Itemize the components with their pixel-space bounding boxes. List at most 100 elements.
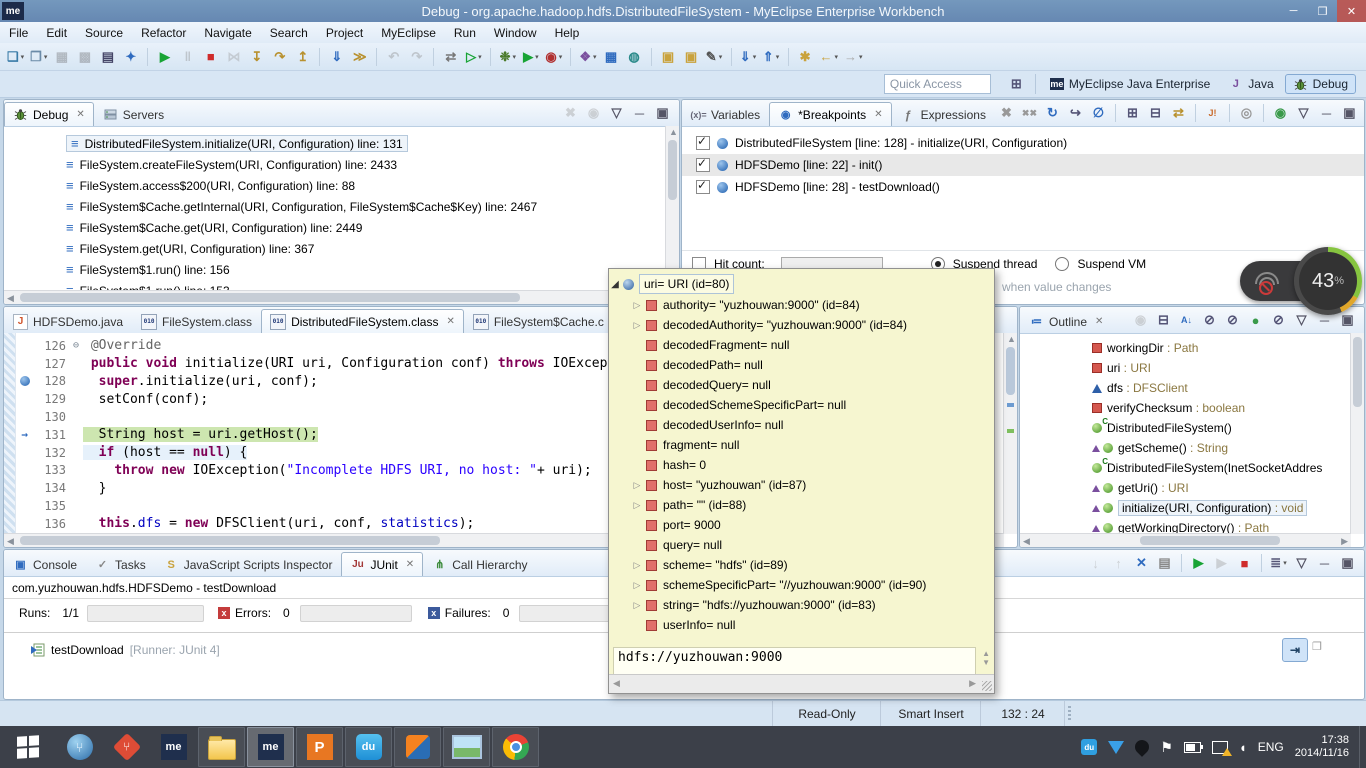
link-with-debug-button[interactable]: ⇄	[1170, 104, 1187, 122]
menu-edit[interactable]: Edit	[37, 24, 76, 42]
close-icon[interactable]: ✕	[76, 109, 84, 120]
battery-gauge[interactable]: 43%	[1294, 247, 1362, 315]
tab-filesystem-cache-c[interactable]: 010FileSystem$Cache.c	[464, 309, 613, 333]
tab-debug[interactable]: Debug✕	[4, 102, 94, 126]
scroll-lock-button[interactable]: ▤	[1156, 554, 1173, 572]
java-perspective-button[interactable]: JJava	[1221, 75, 1280, 93]
tab-hdfsdemo-java[interactable]: JHDFSDemo.java	[4, 309, 132, 333]
open-perspective-button[interactable]: ⊞	[1008, 75, 1025, 93]
web-browser-button[interactable]: ◍	[626, 48, 643, 66]
breakpoint-item[interactable]: DistributedFileSystem [line: 128] - init…	[682, 132, 1364, 154]
baidu-tray-icon[interactable]: du	[1081, 739, 1097, 755]
outline-item[interactable]: dfs : DFSClient	[1020, 378, 1364, 398]
hide-fields-button[interactable]: ⊘	[1201, 311, 1218, 329]
stack-frame[interactable]: ≡FileSystem$1.run() line: 156	[4, 259, 679, 280]
stack-frame[interactable]: ≡FileSystem.createFileSystem(URI, Config…	[4, 154, 679, 175]
expand-icon[interactable]: ▷	[631, 580, 643, 591]
use-step-filters-button[interactable]: ≫	[351, 48, 368, 66]
stop-test-button[interactable]: ■	[1236, 554, 1253, 572]
pin-view-button[interactable]: ⇥	[1282, 638, 1308, 662]
stack-frame[interactable]: ≡FileSystem$Cache.get(URI, Configuration…	[4, 217, 679, 238]
step-return-button[interactable]: ↥	[294, 48, 311, 66]
tab-outline[interactable]: ≔Outline✕	[1020, 309, 1112, 333]
popup-root-row[interactable]: ◢ uri= URI (id=80)	[609, 273, 994, 295]
view-menu-button[interactable]: ▽	[1295, 104, 1312, 122]
variable-row[interactable]: port= 9000	[609, 515, 994, 535]
tab-tasks[interactable]: ✓Tasks	[86, 552, 155, 576]
breakpoint-item[interactable]: HDFSDemo [line: 28] - testDownload()	[682, 176, 1364, 198]
expand-icon[interactable]: ▷	[631, 500, 643, 511]
drop-to-frame-button[interactable]: ⇓	[328, 48, 345, 66]
previous-failed-test-button[interactable]: ↑	[1110, 554, 1127, 572]
matrix-view-button[interactable]: ▦	[603, 48, 620, 66]
remove-all-breakpoints-button[interactable]: ✖✖	[1021, 104, 1038, 122]
start-button[interactable]	[0, 726, 56, 768]
menu-navigate[interactable]: Navigate	[195, 24, 260, 42]
search-flashlight-button[interactable]: ✦	[122, 48, 139, 66]
skip-all-breakpoints-button[interactable]: ∅	[1090, 104, 1107, 122]
menu-myeclipse[interactable]: MyEclipse	[372, 24, 445, 42]
taskbar-clock[interactable]: 17:382014/11/16	[1295, 734, 1349, 760]
quick-access-input[interactable]: Quick Access	[884, 74, 991, 94]
stack-frame[interactable]: ≡FileSystem.get(URI, Configuration) line…	[4, 238, 679, 259]
close-icon[interactable]: ✕	[1095, 316, 1103, 327]
taskbar-chrome-button[interactable]	[492, 727, 539, 767]
expand-icon[interactable]: ▷	[631, 320, 643, 331]
stack-frame[interactable]: ≡FileSystem$Cache.getInternal(URI, Confi…	[4, 196, 679, 217]
tab-junit[interactable]: JuJUnit✕	[341, 552, 423, 576]
menu-refactor[interactable]: Refactor	[132, 24, 195, 42]
variable-row[interactable]: ▷decodedAuthority= "yuzhouwan:9000" (id=…	[609, 315, 994, 335]
expand-all-button[interactable]: ⊞	[1124, 104, 1141, 122]
resize-grip[interactable]	[982, 681, 992, 691]
ball-filter-button[interactable]: ◉	[1272, 104, 1289, 122]
outline-list[interactable]: workingDir : Pathuri : URIdfs : DFSClien…	[1020, 334, 1364, 538]
variable-row[interactable]: ▷path= "" (id=88)	[609, 495, 994, 515]
goto-file-button[interactable]: ↪	[1067, 104, 1084, 122]
outline-vertical-scrollbar[interactable]	[1350, 333, 1364, 534]
debug-vertical-scrollbar[interactable]: ▲	[665, 126, 679, 291]
tab-distributedfilesystem-class[interactable]: 010DistributedFileSystem.class✕	[261, 309, 464, 333]
menu-run[interactable]: Run	[445, 24, 485, 42]
breakpoint-list[interactable]: DistributedFileSystem [line: 128] - init…	[682, 127, 1364, 198]
taskbar-git-button[interactable]: ⑂	[104, 728, 149, 766]
maximize-button[interactable]: ▣	[654, 104, 671, 122]
export-button[interactable]: ⇑▾	[763, 48, 780, 66]
tab-javascript-scripts-inspector[interactable]: SJavaScript Scripts Inspector	[155, 552, 342, 576]
test-history-button[interactable]: ≣▾	[1270, 554, 1287, 572]
security-shield-icon[interactable]	[1108, 741, 1124, 754]
variable-row[interactable]: fragment= null	[609, 435, 994, 455]
stack-frame[interactable]: ≡DistributedFileSystem.initialize(URI, C…	[4, 133, 679, 154]
expand-icon[interactable]: ▷	[631, 600, 643, 611]
taskbar-myeclipse-pinned-button[interactable]: me	[151, 728, 196, 766]
new-wizard-button[interactable]: ❐▾	[30, 48, 47, 66]
new-button[interactable]: ❏▾	[7, 48, 24, 66]
redo-button[interactable]: ↷	[408, 48, 425, 66]
tab-breakpoints[interactable]: ◉*Breakpoints✕	[769, 102, 891, 126]
import-button[interactable]: ⇓▾	[740, 48, 757, 66]
disconnect-button[interactable]: ⋈	[225, 48, 242, 66]
flag-icon[interactable]: ⚑	[1160, 739, 1173, 756]
restore-view-button[interactable]: ❐	[1312, 640, 1322, 653]
antenna-icon[interactable]	[1132, 737, 1152, 757]
expand-icon[interactable]: ▷	[631, 300, 643, 311]
view-menu-button[interactable]: ▽	[608, 104, 625, 122]
close-icon[interactable]: ✕	[874, 109, 882, 120]
variable-row[interactable]: ▷authority= "yuzhouwan:9000" (id=84)	[609, 295, 994, 315]
step-into-button[interactable]: ↧	[248, 48, 265, 66]
save-button[interactable]: ▦	[53, 48, 70, 66]
variable-row[interactable]: ▷string= "hdfs://yuzhouwan:9000" (id=83)	[609, 595, 994, 615]
tab-variables[interactable]: (x)=Variables	[682, 102, 769, 126]
language-indicator[interactable]: ENG	[1258, 740, 1284, 754]
close-icon[interactable]: ✕	[446, 316, 454, 327]
variable-row[interactable]: query= null	[609, 535, 994, 555]
variable-row[interactable]: ▷schemeSpecificPart= "//yuzhouwan:9000" …	[609, 575, 994, 595]
suspend-vm-radio[interactable]	[1055, 257, 1069, 271]
sort-button[interactable]: A↓	[1178, 311, 1195, 329]
resume-button[interactable]: ▶	[156, 48, 173, 66]
outline-item[interactable]: uri : URI	[1020, 358, 1364, 378]
menu-project[interactable]: Project	[317, 24, 372, 42]
taskbar-powerdesigner-button[interactable]: P	[296, 727, 343, 767]
minimize-button[interactable]: ─	[1318, 104, 1335, 122]
suspend-button[interactable]: ‖	[179, 48, 196, 66]
stack-frame-list[interactable]: ≡DistributedFileSystem.initialize(URI, C…	[4, 127, 679, 301]
